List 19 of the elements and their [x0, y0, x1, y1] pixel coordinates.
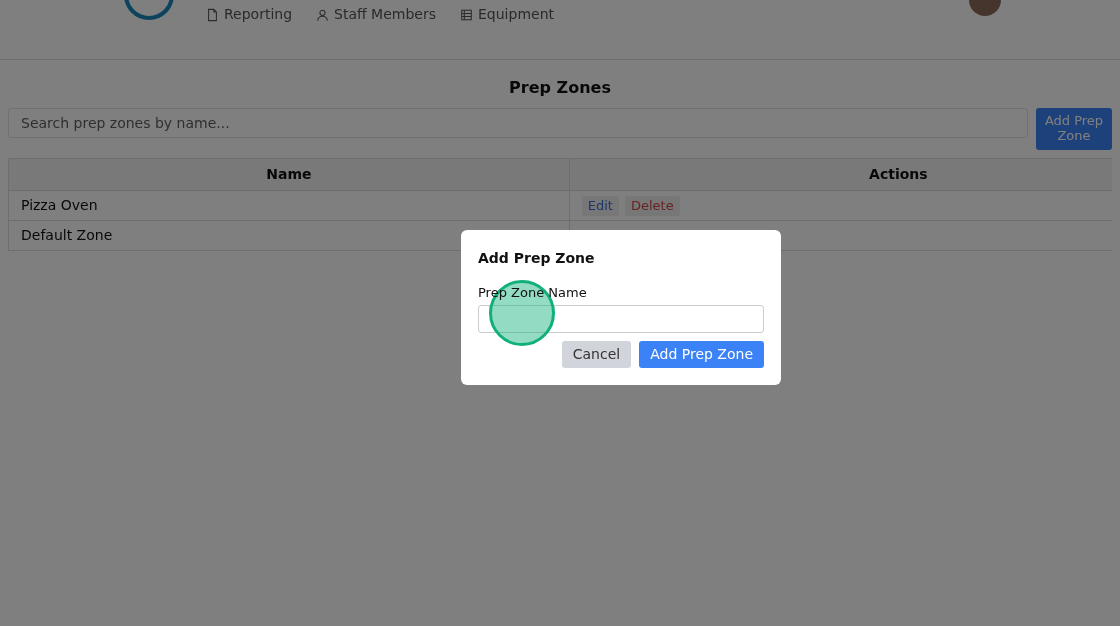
edit-button[interactable]: Edit: [581, 196, 619, 216]
column-header: Name: [266, 166, 312, 182]
nav-link[interactable]: Reporting: [206, 4, 293, 25]
search-field[interactable]: Search prep zones by name...: [8, 108, 1028, 138]
nav-link[interactable]: Staff Members: [316, 4, 436, 25]
delete-button[interactable]: Delete: [624, 196, 680, 216]
modal-title: Add Prep Zone: [478, 249, 596, 268]
table-cell: Pizza Oven: [21, 197, 98, 213]
document-icon: [206, 7, 219, 22]
nav-link[interactable]: Equipment: [460, 4, 554, 25]
submit-button[interactable]: Add Prep Zone: [639, 340, 764, 368]
input-field[interactable]: [478, 304, 764, 333]
add-button[interactable]: Add Prep Zone: [1036, 108, 1112, 150]
page-title: Prep Zones: [509, 78, 611, 97]
list-icon: [460, 7, 473, 22]
table-cell: Default Zone: [21, 227, 113, 243]
cancel-button[interactable]: Cancel: [561, 340, 632, 368]
column-header: Actions: [869, 166, 928, 182]
person-icon: [316, 7, 330, 22]
